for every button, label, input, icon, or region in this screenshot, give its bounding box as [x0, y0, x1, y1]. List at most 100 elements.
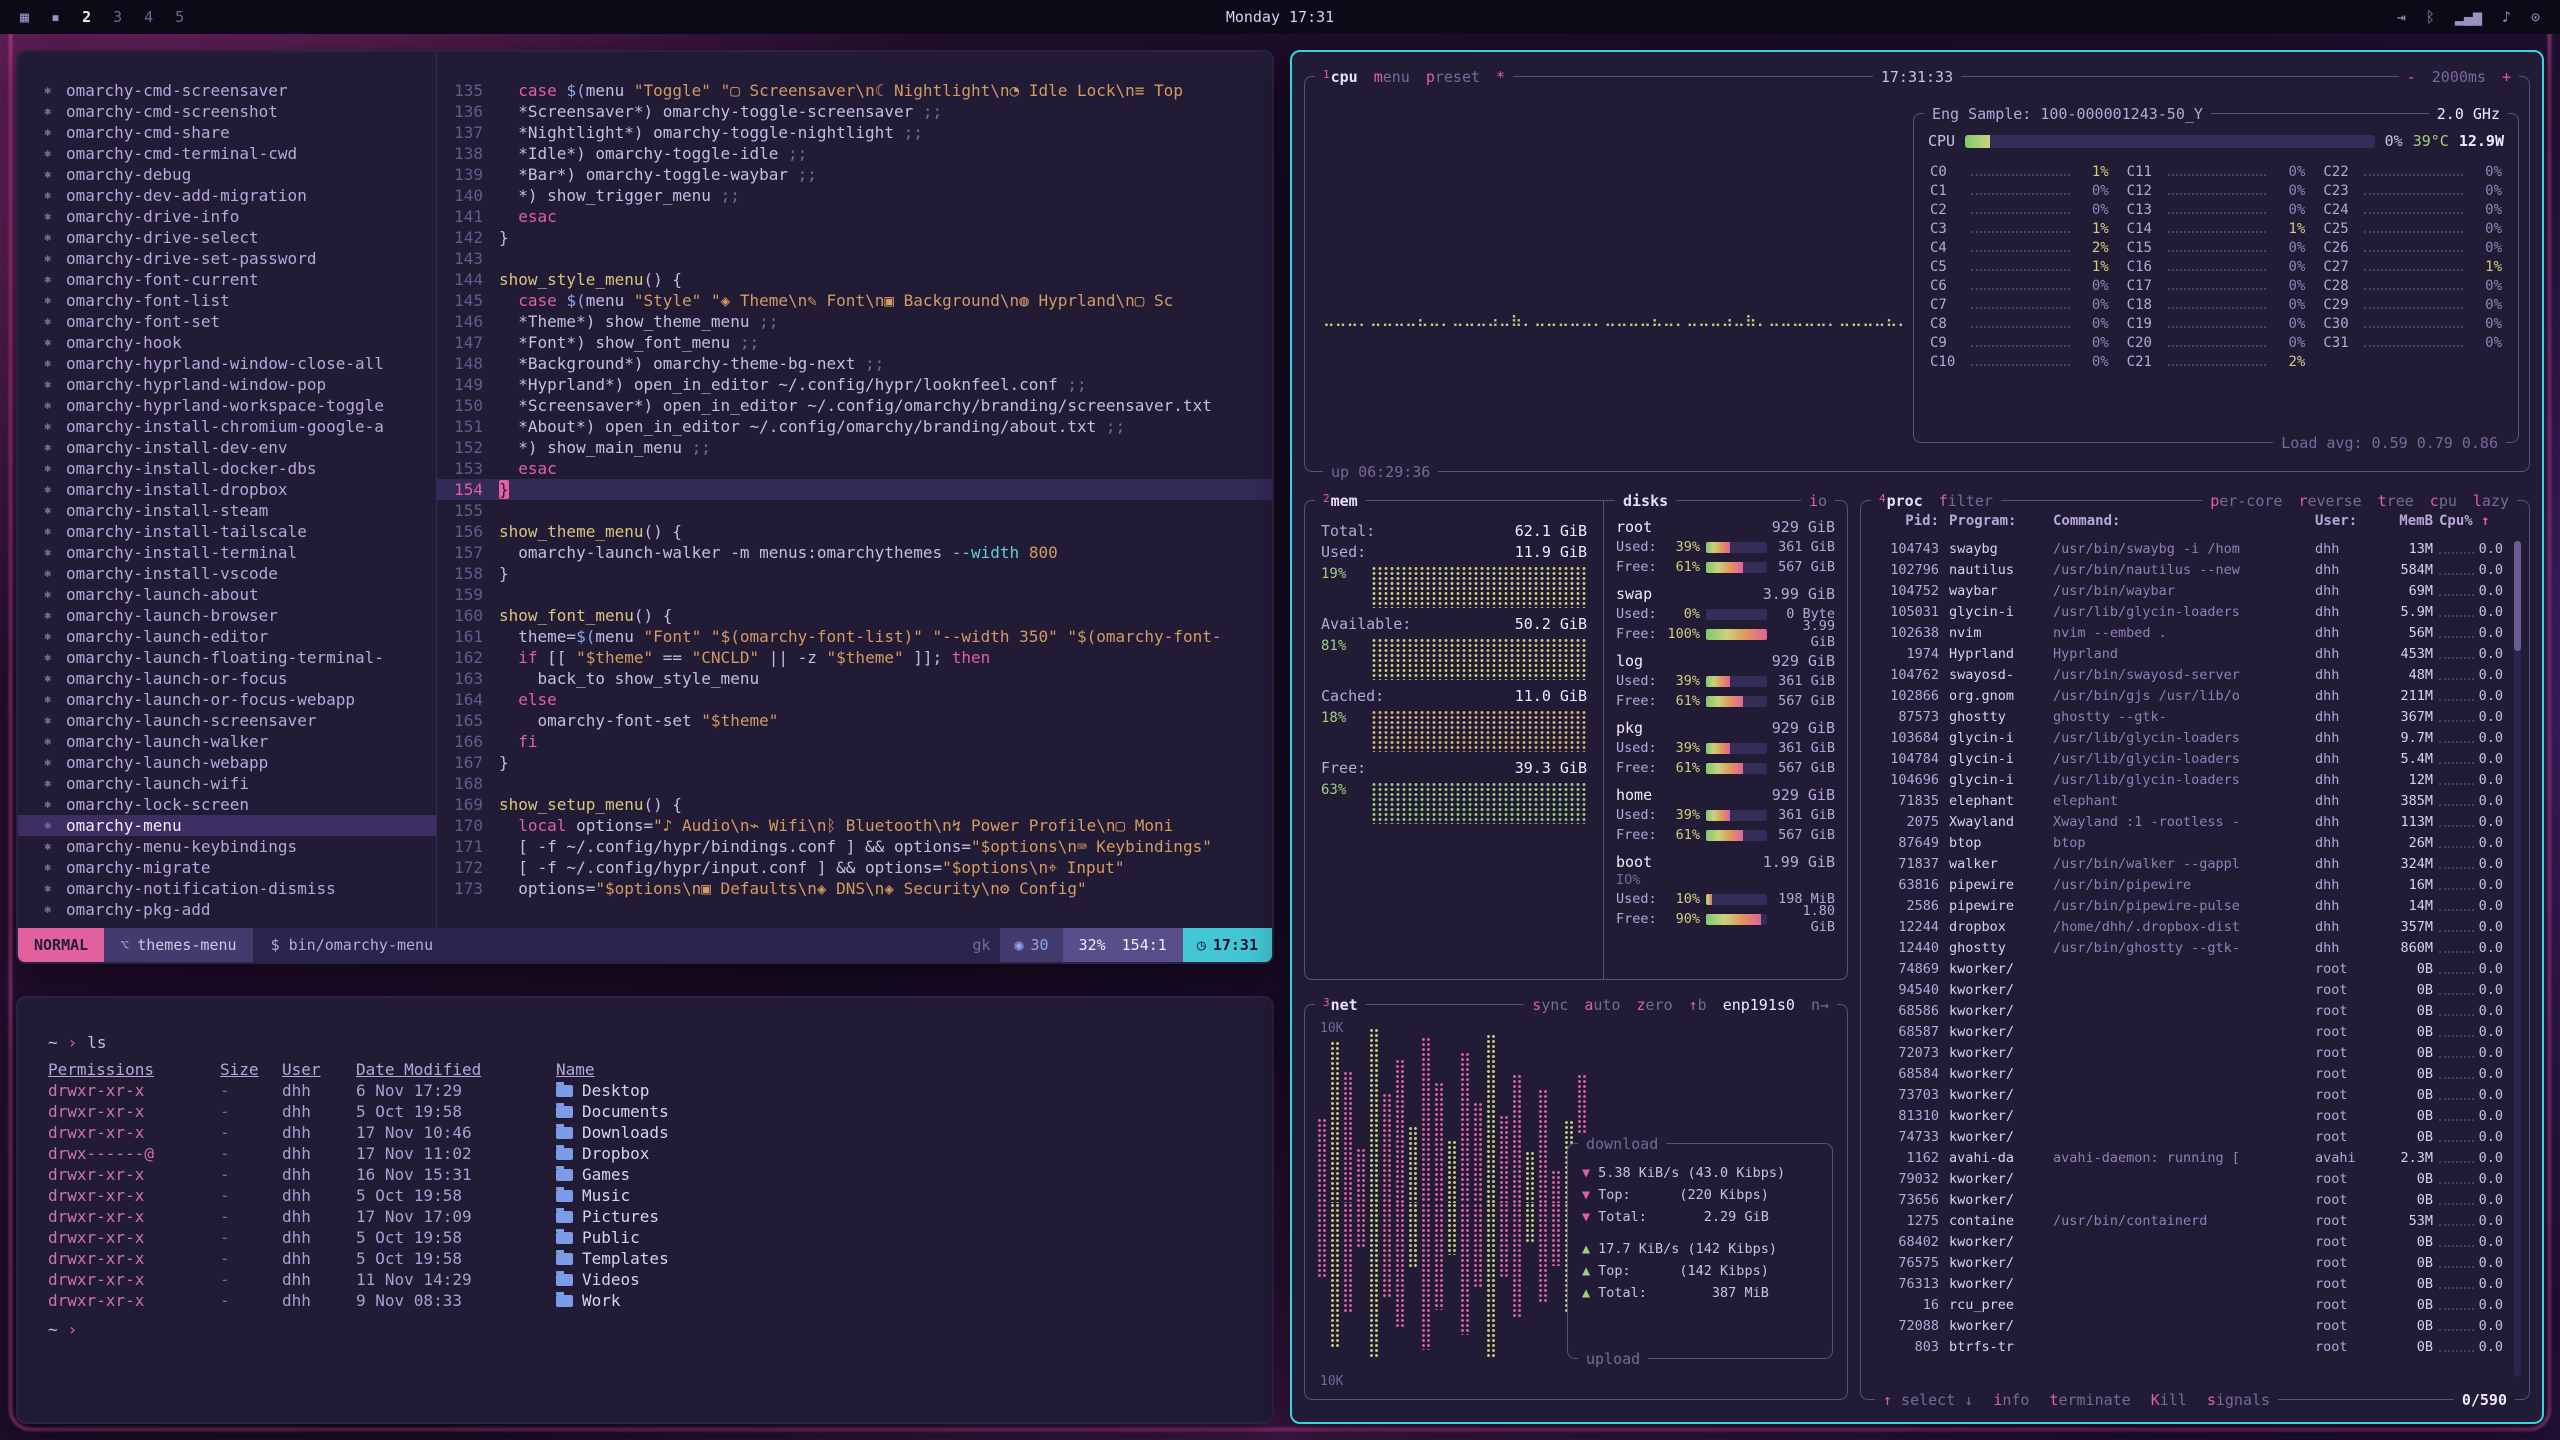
tree-item[interactable]: ✱omarchy-launch-screensaver — [18, 710, 436, 731]
directory-entry[interactable]: Dropbox — [556, 1143, 1028, 1164]
process-row[interactable]: 73656kworker/root0B0.0 — [1875, 1190, 2503, 1211]
proc-control-reverse[interactable]: reverse — [2298, 492, 2361, 510]
process-row[interactable]: 68402kworker/root0B0.0 — [1875, 1232, 2503, 1253]
process-row[interactable]: 12440ghostty/usr/bin/ghostty --gtk-dhh86… — [1875, 938, 2503, 959]
tree-item[interactable]: ✱omarchy-install-dropbox — [18, 479, 436, 500]
net-control-auto[interactable]: auto — [1584, 996, 1620, 1014]
process-row[interactable]: 63816pipewire/usr/bin/pipewiredhh16M0.0 — [1875, 875, 2503, 896]
proc-control-tree[interactable]: tree — [2378, 492, 2414, 510]
tree-item[interactable]: ✱omarchy-install-vscode — [18, 563, 436, 584]
process-row[interactable]: 72073kworker/root0B0.0 — [1875, 1043, 2503, 1064]
terminal-window[interactable]: ~ › ls PermissionsSizeUserDate ModifiedN… — [16, 996, 1274, 1424]
process-row[interactable]: 68587kworker/root0B0.0 — [1875, 1022, 2503, 1043]
tree-item[interactable]: ✱omarchy-menu-keybindings — [18, 836, 436, 857]
tree-item[interactable]: ✱omarchy-launch-or-focus — [18, 668, 436, 689]
directory-entry[interactable]: Pictures — [556, 1206, 1028, 1227]
tree-item[interactable]: ✱omarchy-pkg-add — [18, 899, 436, 920]
process-row[interactable]: 104743swaybg/usr/bin/swaybg -i /homdhh13… — [1875, 539, 2503, 560]
proc-control-percore[interactable]: per-core — [2210, 492, 2282, 510]
process-row[interactable]: 87573ghosttyghostty --gtk-dhh367M0.0 — [1875, 707, 2503, 728]
directory-entry[interactable]: Desktop — [556, 1080, 1028, 1101]
power-icon[interactable]: ⊙ — [2531, 8, 2540, 26]
col-user[interactable]: User: — [2315, 513, 2371, 529]
tree-item[interactable]: ✱omarchy-cmd-share — [18, 122, 436, 143]
preset-button[interactable]: preset — [1426, 68, 1480, 86]
process-row[interactable]: 1275containe/usr/bin/containerdroot53M0.… — [1875, 1211, 2503, 1232]
col-command[interactable]: Command: — [2053, 513, 2315, 529]
process-row[interactable]: 104784glycin-i/usr/lib/glycin-loadersdhh… — [1875, 749, 2503, 770]
prompt-line[interactable]: ~ › — [48, 1319, 1272, 1340]
tree-item[interactable]: ✱omarchy-drive-info — [18, 206, 436, 227]
process-row[interactable]: 2586pipewire/usr/bin/pipewire-pulsedhh14… — [1875, 896, 2503, 917]
interval-decrease[interactable]: - — [2407, 68, 2416, 86]
process-row[interactable]: 103684glycin-i/usr/lib/glycin-loadersdhh… — [1875, 728, 2503, 749]
workspace-5[interactable]: 5 — [175, 8, 184, 26]
process-row[interactable]: 74733kworker/root0B0.0 — [1875, 1127, 2503, 1148]
workspace-app-icon-2[interactable]: ▪ — [51, 8, 60, 26]
tree-item[interactable]: ✱omarchy-notification-dismiss — [18, 878, 436, 899]
tree-item[interactable]: ✱omarchy-menu — [18, 815, 436, 836]
scrollbar-thumb[interactable] — [2514, 541, 2521, 651]
process-row[interactable]: 74869kworker/root0B0.0 — [1875, 959, 2503, 980]
tree-item[interactable]: ✱omarchy-dev-add-migration — [18, 185, 436, 206]
process-row[interactable]: 102638nvimnvim --embed .dhh56M0.0 — [1875, 623, 2503, 644]
tree-item[interactable]: ✱omarchy-font-list — [18, 290, 436, 311]
process-row[interactable]: 1974HyprlandHyprlanddhh453M0.0 — [1875, 644, 2503, 665]
tree-item[interactable]: ✱omarchy-launch-browser — [18, 605, 436, 626]
col-pid[interactable]: Pid: — [1875, 513, 1949, 529]
tree-item[interactable]: ✱omarchy-launch-floating-terminal- — [18, 647, 436, 668]
network-signal-icon[interactable]: ▂▄▆ — [2455, 8, 2482, 26]
process-row[interactable]: 76575kworker/root0B0.0 — [1875, 1253, 2503, 1274]
directory-entry[interactable]: Documents — [556, 1101, 1028, 1122]
process-row[interactable]: 72088kworker/root0B0.0 — [1875, 1316, 2503, 1337]
tree-item[interactable]: ✱omarchy-hyprland-window-close-all — [18, 353, 436, 374]
process-row[interactable]: 71837walker/usr/bin/walker --gappldhh324… — [1875, 854, 2503, 875]
proc-action-signals[interactable]: signals — [2207, 1391, 2270, 1409]
tree-item[interactable]: ✱omarchy-cmd-terminal-cwd — [18, 143, 436, 164]
menu-button[interactable]: menu — [1374, 68, 1410, 86]
code-editor[interactable]: 135 case $(menu "Toggle" "▢ Screensaver\… — [436, 52, 1272, 928]
tree-item[interactable]: ✱omarchy-drive-set-password — [18, 248, 436, 269]
tree-item[interactable]: ✱omarchy-launch-wifi — [18, 773, 436, 794]
tree-item[interactable]: ✱omarchy-launch-editor — [18, 626, 436, 647]
process-row[interactable]: 68584kworker/root0B0.0 — [1875, 1064, 2503, 1085]
directory-entry[interactable]: Videos — [556, 1269, 1028, 1290]
tree-item[interactable]: ✱omarchy-launch-webapp — [18, 752, 436, 773]
process-row[interactable]: 71835elephantelephantdhh385M0.0 — [1875, 791, 2503, 812]
proc-action-info[interactable]: info — [1993, 1391, 2029, 1409]
proc-action-select[interactable]: ↑ select ↓ — [1883, 1391, 1973, 1409]
process-row[interactable]: 2075XwaylandXwayland :1 -rootless -dhh11… — [1875, 812, 2503, 833]
preset-star[interactable]: * — [1496, 68, 1505, 86]
volume-icon[interactable]: ♪ — [2502, 8, 2511, 26]
process-row[interactable]: 81310kworker/root0B0.0 — [1875, 1106, 2503, 1127]
proc-action-terminate[interactable]: terminate — [2049, 1391, 2130, 1409]
workspace-4[interactable]: 4 — [144, 8, 153, 26]
workspace-3[interactable]: 3 — [113, 8, 122, 26]
directory-entry[interactable]: Games — [556, 1164, 1028, 1185]
bluetooth-icon[interactable]: ᛒ — [2426, 8, 2435, 26]
screencast-icon[interactable]: ⇥ — [2397, 8, 2406, 26]
tree-item[interactable]: ✱omarchy-install-chromium-google-a — [18, 416, 436, 437]
process-row[interactable]: 102796nautilus/usr/bin/nautilus --newdhh… — [1875, 560, 2503, 581]
tree-item[interactable]: ✱omarchy-hook — [18, 332, 436, 353]
interval-increase[interactable]: + — [2502, 68, 2511, 86]
process-row[interactable]: 79032kworker/root0B0.0 — [1875, 1169, 2503, 1190]
filter-button[interactable]: filter — [1939, 492, 1993, 510]
tree-item[interactable]: ✱omarchy-install-dev-env — [18, 437, 436, 458]
tree-item[interactable]: ✱omarchy-lock-screen — [18, 794, 436, 815]
process-row[interactable]: 105031glycin-i/usr/lib/glycin-loadersdhh… — [1875, 602, 2503, 623]
net-control-zero[interactable]: zero — [1637, 996, 1673, 1014]
tree-item[interactable]: ✱omarchy-install-steam — [18, 500, 436, 521]
process-row[interactable]: 102866org.gnom/usr/bin/gjs /usr/lib/odhh… — [1875, 686, 2503, 707]
col-memb[interactable]: MemB — [2371, 513, 2433, 529]
net-control-b[interactable]: ↑b — [1689, 996, 1707, 1014]
proc-control-lazy[interactable]: lazy — [2473, 492, 2509, 510]
process-row[interactable]: 1162avahi-daavahi-daemon: running [avahi… — [1875, 1148, 2503, 1169]
net-next-interface[interactable]: n→ — [1811, 996, 1829, 1014]
process-row[interactable]: 16rcu_preeroot0B0.0 — [1875, 1295, 2503, 1316]
proc-scrollbar[interactable] — [2514, 541, 2521, 1377]
workspace-2[interactable]: 2 — [82, 8, 91, 26]
tree-item[interactable]: ✱omarchy-launch-walker — [18, 731, 436, 752]
tree-item[interactable]: ✱omarchy-debug — [18, 164, 436, 185]
col-program[interactable]: Program: — [1949, 513, 2053, 529]
